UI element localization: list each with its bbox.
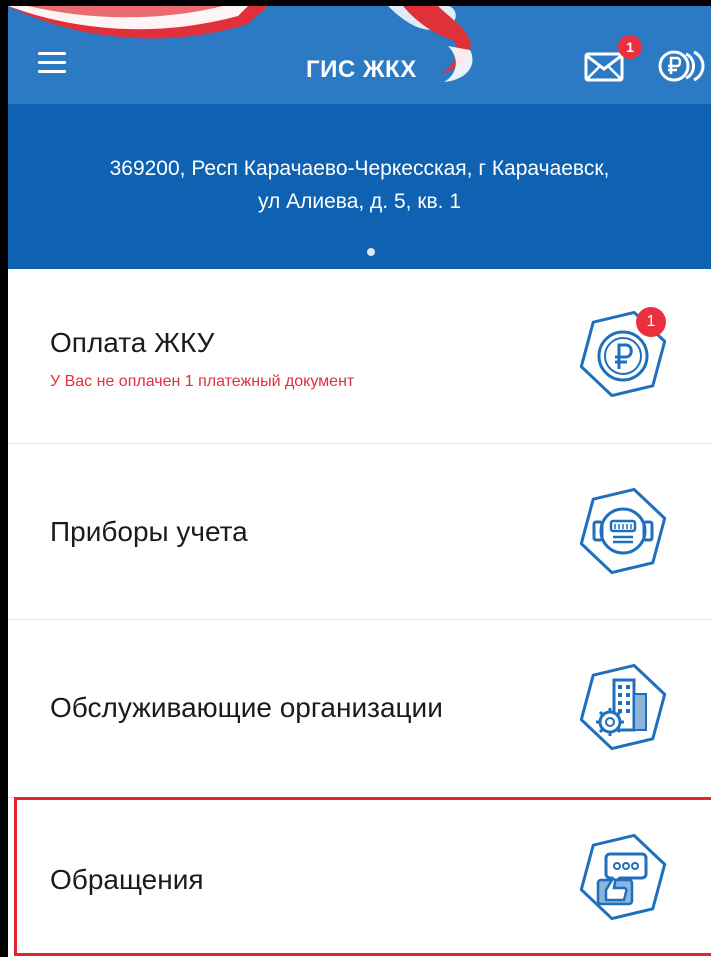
menu-item-label: Оплата ЖКУ: [50, 327, 215, 358]
payment-badge: 1: [636, 307, 666, 337]
menu-item-appeals[interactable]: Обращения: [8, 798, 711, 957]
app-header: ГИС ЖКХ 1: [8, 6, 711, 104]
address-line-2: ул Алиева, д. 5, кв. 1: [257, 190, 462, 213]
window-edge-left: [0, 0, 8, 957]
hamburger-menu-icon[interactable]: [38, 52, 66, 74]
window-edge-top: [0, 0, 711, 6]
menu-item-payment[interactable]: Оплата ЖКУ У Вас не оплачен 1 платежный …: [8, 269, 711, 443]
menu-item-label: Обращения: [50, 864, 204, 895]
pager-dot: [367, 248, 375, 256]
address-line-1: 369200, Респ Карачаево-Черкесская, г Кар…: [109, 157, 610, 180]
menu-item-label: Приборы учета: [50, 516, 248, 547]
app-title: ГИС ЖКХ: [306, 56, 417, 83]
menu-item-organizations[interactable]: Обслуживающие организации: [8, 620, 711, 797]
payment-ruble-icon[interactable]: [656, 48, 708, 84]
payment-warning-text: У Вас не оплачен 1 платежный документ: [50, 373, 355, 390]
mail-icon[interactable]: [584, 50, 626, 84]
building-gear-icon: [579, 663, 667, 751]
menu-item-meters[interactable]: Приборы учета: [8, 444, 711, 619]
app-screen: ГИС ЖКХ 1 369200, Респ Карачаево-Черкесс…: [0, 0, 711, 957]
address-text: 369200, Респ Карачаево-Черкесская, г Кар…: [8, 152, 711, 218]
mail-badge: 1: [618, 35, 642, 59]
address-panel[interactable]: 369200, Респ Карачаево-Черкесская, г Кар…: [8, 104, 711, 269]
chat-like-icon: [579, 833, 667, 921]
menu-item-label: Обслуживающие организации: [50, 692, 443, 723]
meter-icon: [579, 487, 667, 575]
